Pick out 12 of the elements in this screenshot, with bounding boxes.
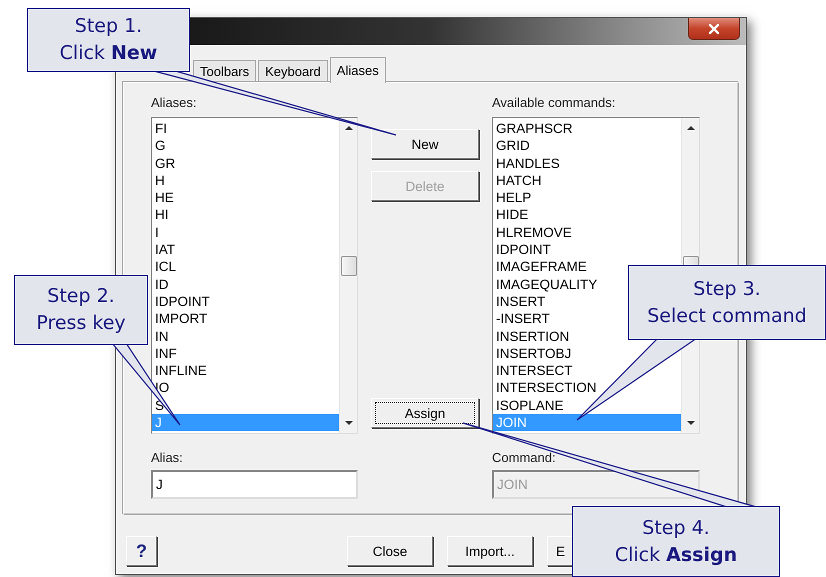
callout-step: Step 1. (74, 15, 142, 38)
callout-step: Step 3. (693, 278, 761, 300)
callout-text: Press key (36, 312, 126, 335)
callout-text: Click Assign (614, 544, 738, 566)
callout-text: Click New (60, 42, 158, 65)
field-label: Command: (492, 450, 557, 465)
list-label: Available commands: (492, 95, 616, 111)
callout-text: Select command (647, 304, 807, 328)
callout-step: Step 2. (47, 285, 115, 308)
field-label: Alias: (151, 450, 184, 465)
callout-step: Step 4. (642, 516, 710, 540)
list-label: Aliases: (151, 95, 198, 111)
